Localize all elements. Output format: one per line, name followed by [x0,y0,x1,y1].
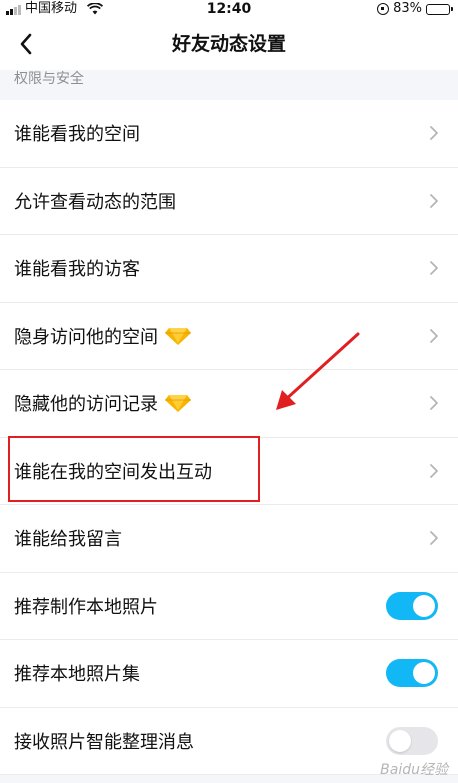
settings-row[interactable]: 谁能给我留言 [0,505,458,573]
settings-row[interactable]: 谁能看我的访客 [0,235,458,303]
nav-bar: 好友动态设置 [0,18,458,70]
settings-row-label: 谁能在我的空间发出互动 [14,458,212,484]
settings-row-text: 推荐本地照片集 [14,664,140,686]
chevron-right-icon [430,261,438,276]
settings-row-text: 允许查看动态的范围 [14,191,176,213]
settings-row[interactable]: 允许查看动态的范围 [0,167,458,235]
settings-row-text: 接收照片智能整理消息 [14,731,194,753]
rotation-lock-icon [377,3,390,15]
settings-row-text: 谁能看我的访客 [14,259,140,281]
settings-row[interactable]: 推荐本地照片集 [0,640,458,708]
settings-row-label: 推荐本地照片集 [14,660,140,686]
vip-diamond-icon [165,327,191,345]
settings-list: 谁能看我的空间 允许查看动态的范围 谁能看我的访客 隐身访问他的空间 隐藏他的访问记录谁… [0,100,458,775]
settings-row-label: 谁能给我留言 [14,525,122,551]
section-header: 权限与安全 [0,70,458,100]
settings-row-label: 推荐制作本地照片 [14,593,158,619]
settings-row-label: 隐藏他的访问记录 [14,390,192,416]
toggle-switch[interactable] [386,659,438,688]
status-bar: 中国移动 12:40 83% [0,0,458,18]
toggle-knob [413,594,435,617]
settings-row-text: 谁能看我的空间 [14,124,140,146]
settings-row-label: 隐身访问他的空间 [14,323,192,349]
page-title: 好友动态设置 [171,33,286,55]
settings-row-text: 隐藏他的访问记录 [14,394,158,416]
settings-row[interactable]: 隐藏他的访问记录 [0,370,458,438]
toggle-switch[interactable] [386,591,438,620]
settings-row[interactable]: 推荐制作本地照片 [0,572,458,640]
settings-row-label: 谁能看我的访客 [14,255,140,281]
toggle-switch[interactable] [386,726,438,755]
toggle-knob [389,729,411,752]
status-right: 83% [377,0,453,18]
battery-percent: 83% [393,1,422,16]
settings-row-label: 谁能看我的空间 [14,120,140,146]
toggle-knob [413,662,435,685]
vip-diamond-icon [165,395,191,413]
settings-row-text: 隐身访问他的空间 [14,326,158,348]
settings-row[interactable]: 接收照片智能整理消息 [0,707,458,775]
chevron-right-icon [430,126,438,141]
chevron-right-icon [430,463,438,478]
settings-row[interactable]: 隐身访问他的空间 [0,302,458,370]
chevron-right-icon [430,531,438,546]
settings-row[interactable]: 谁能看我的空间 [0,100,458,168]
settings-row-text: 谁能在我的空间发出互动 [14,461,212,483]
settings-row-text: 推荐制作本地照片 [14,596,158,618]
chevron-right-icon [430,193,438,208]
settings-row-label: 接收照片智能整理消息 [14,728,194,754]
settings-row[interactable]: 谁能在我的空间发出互动 [0,437,458,505]
battery-icon [426,3,453,15]
settings-row-text: 谁能给我留言 [14,529,122,551]
chevron-right-icon [430,328,438,343]
settings-row-label: 允许查看动态的范围 [14,188,176,214]
chevron-right-icon [430,396,438,411]
